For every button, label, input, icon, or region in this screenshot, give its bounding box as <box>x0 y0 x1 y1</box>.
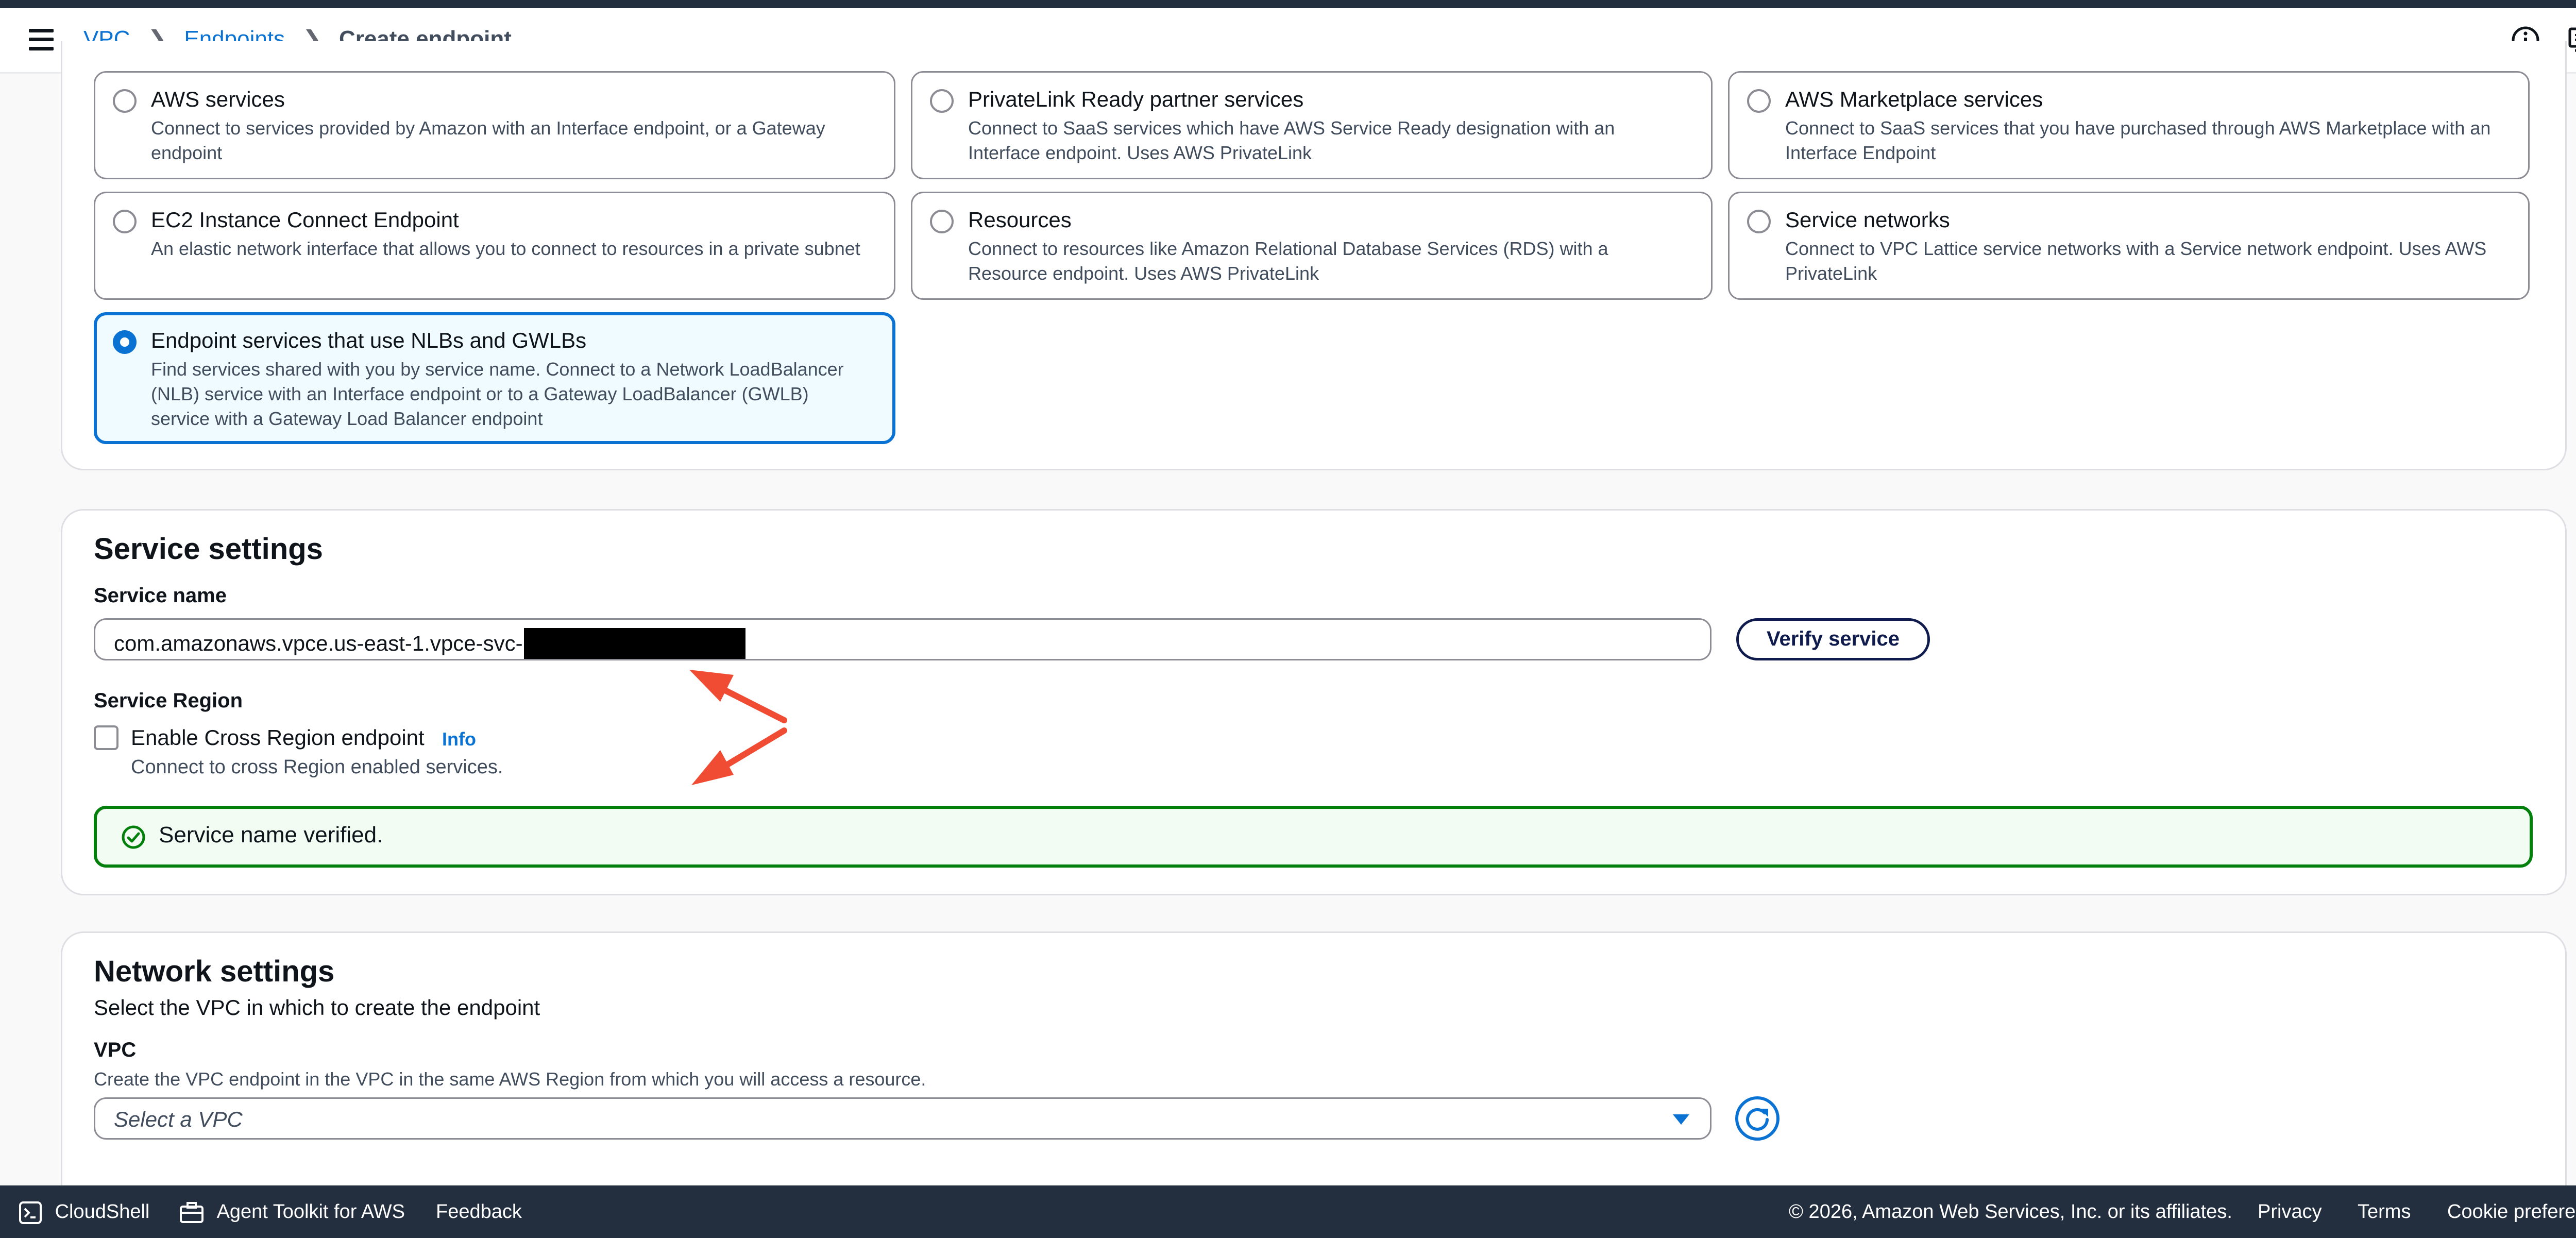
vpc-description: Create the VPC endpoint in the VPC in th… <box>94 1069 926 1090</box>
cookie-preferences-link[interactable]: Cookie preferences <box>2447 1201 2576 1223</box>
radio-aws-services[interactable] <box>113 89 137 113</box>
copyright-text: © 2026, Amazon Web Services, Inc. or its… <box>1789 1201 2232 1223</box>
agent-toolkit-button[interactable]: Agent Toolkit for AWS <box>179 1201 405 1224</box>
option-description: Connect to VPC Lattice service networks … <box>1785 238 2487 284</box>
option-aws-marketplace[interactable]: AWS Marketplace services Connect to SaaS… <box>1728 71 2530 179</box>
toolbox-icon <box>180 1201 204 1223</box>
option-endpoint-services-nlb-gwlb[interactable]: Endpoint services that use NLBs and GWLB… <box>94 312 895 444</box>
radio-ec2-instance-connect[interactable] <box>113 210 137 233</box>
option-description: Connect to services provided by Amazon w… <box>151 117 825 163</box>
console-footer: CloudShell Agent Toolkit for AWS Feedbac… <box>0 1185 2576 1238</box>
radio-service-networks[interactable] <box>1747 210 1771 233</box>
terminal-icon <box>19 1201 42 1224</box>
option-service-networks[interactable]: Service networks Connect to VPC Lattice … <box>1728 192 2530 300</box>
service-settings-heading: Service settings <box>94 532 323 566</box>
radio-endpoint-services-nlb-gwlb[interactable] <box>113 330 137 354</box>
red-arrow-annotation <box>689 670 787 785</box>
option-description: Connect to SaaS services which have AWS … <box>968 117 1615 163</box>
network-settings-subheading: Select the VPC in which to create the en… <box>94 995 540 1020</box>
privacy-link[interactable]: Privacy <box>2258 1201 2322 1223</box>
screen-notification-icon[interactable] <box>2567 25 2576 56</box>
option-ec2-instance-connect[interactable]: EC2 Instance Connect Endpoint An elastic… <box>94 192 895 300</box>
vpc-select[interactable]: Select a VPC <box>94 1097 1711 1140</box>
option-aws-services[interactable]: AWS services Connect to services provide… <box>94 71 895 179</box>
vpc-label: VPC <box>94 1039 137 1061</box>
option-title: Resources <box>968 208 1072 232</box>
network-settings-heading: Network settings <box>94 955 335 988</box>
radio-resources[interactable] <box>930 210 954 233</box>
option-description: An elastic network interface that allows… <box>151 238 860 259</box>
radio-privatelink-partner[interactable] <box>930 89 954 113</box>
option-title: AWS Marketplace services <box>1785 87 2043 111</box>
cross-region-description: Connect to cross Region enabled services… <box>131 756 503 778</box>
service-name-label: Service name <box>94 584 227 607</box>
option-resources[interactable]: Resources Connect to resources like Amaz… <box>911 192 1713 300</box>
option-description: Find services shared with you by service… <box>151 359 844 429</box>
feedback-link[interactable]: Feedback <box>436 1201 522 1223</box>
cross-region-checkbox[interactable] <box>94 725 118 750</box>
caret-down-icon <box>1673 1114 1689 1125</box>
agent-toolkit-label: Agent Toolkit for AWS <box>216 1201 405 1223</box>
service-name-value: com.amazonaws.vpce.us-east-1.vpce-svc- <box>114 631 523 655</box>
cross-region-label: Enable Cross Region endpoint <box>131 725 425 750</box>
option-title: PrivateLink Ready partner services <box>968 87 1304 111</box>
service-verified-alert: Service name verified. <box>94 806 2533 868</box>
redacted-block <box>523 628 745 659</box>
vpc-select-placeholder: Select a VPC <box>114 1107 243 1131</box>
refresh-icon[interactable] <box>1734 1095 1781 1142</box>
service-name-input[interactable]: com.amazonaws.vpce.us-east-1.vpce-svc- <box>94 618 1711 660</box>
option-description: Connect to resources like Amazon Relatio… <box>968 238 1608 284</box>
option-title: EC2 Instance Connect Endpoint <box>151 208 459 232</box>
info-link[interactable]: Info <box>442 728 476 750</box>
cloudshell-button[interactable]: CloudShell <box>19 1201 149 1225</box>
radio-aws-marketplace[interactable] <box>1747 89 1771 113</box>
terms-link[interactable]: Terms <box>2358 1201 2411 1223</box>
hamburger-menu-icon[interactable] <box>29 29 54 50</box>
verify-service-button[interactable]: Verify service <box>1736 618 1930 660</box>
option-title: Service networks <box>1785 208 1950 232</box>
cloudshell-label: CloudShell <box>55 1201 150 1223</box>
verified-message: Service name verified. <box>159 822 383 847</box>
option-description: Connect to SaaS services that you have p… <box>1785 117 2491 163</box>
check-circle-icon <box>122 825 145 849</box>
option-privatelink-partner[interactable]: PrivateLink Ready partner services Conne… <box>911 71 1713 179</box>
option-title: Endpoint services that use NLBs and GWLB… <box>151 328 587 352</box>
option-title: AWS services <box>151 87 285 111</box>
top-strip <box>0 0 2576 8</box>
service-region-label: Service Region <box>94 689 243 712</box>
